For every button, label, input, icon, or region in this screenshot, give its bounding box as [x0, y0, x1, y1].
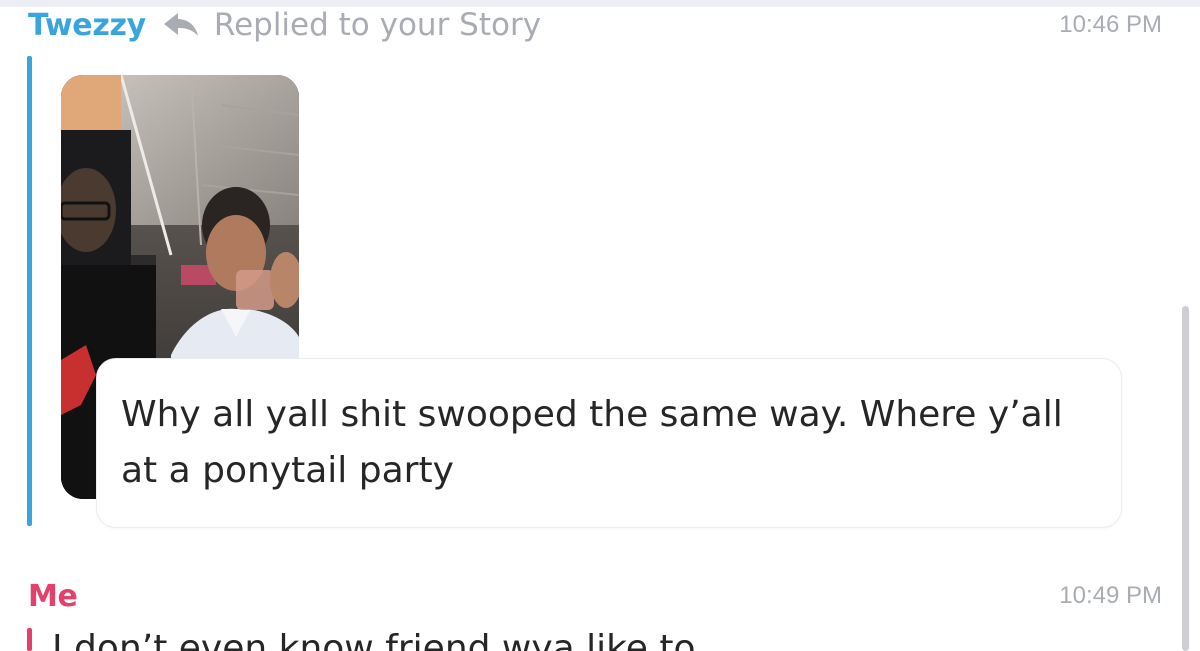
message-text-partial: I don’t even know friend wya like to... — [52, 628, 730, 651]
thread-bar — [27, 56, 32, 526]
message-bubble[interactable]: Why all yall shit swooped the same way. … — [96, 358, 1122, 528]
message-header: Twezzy Replied to your Story 10:46 PM — [28, 2, 1162, 48]
scrollbar[interactable] — [1182, 306, 1189, 651]
message-header: Me 10:49 PM — [28, 573, 1162, 619]
reply-label: Replied to your Story — [213, 7, 542, 43]
thread-bar — [27, 628, 32, 651]
message-timestamp: 10:49 PM — [1059, 582, 1162, 609]
message-timestamp: 10:46 PM — [1059, 11, 1162, 38]
sender-name[interactable]: Me — [28, 579, 78, 614]
sender-name[interactable]: Twezzy — [28, 8, 146, 43]
message-text: Why all yall shit swooped the same way. … — [121, 394, 1063, 491]
chat-view: Twezzy Replied to your Story 10:46 PM Wh… — [0, 0, 1200, 651]
reply-arrow-icon — [162, 11, 200, 39]
